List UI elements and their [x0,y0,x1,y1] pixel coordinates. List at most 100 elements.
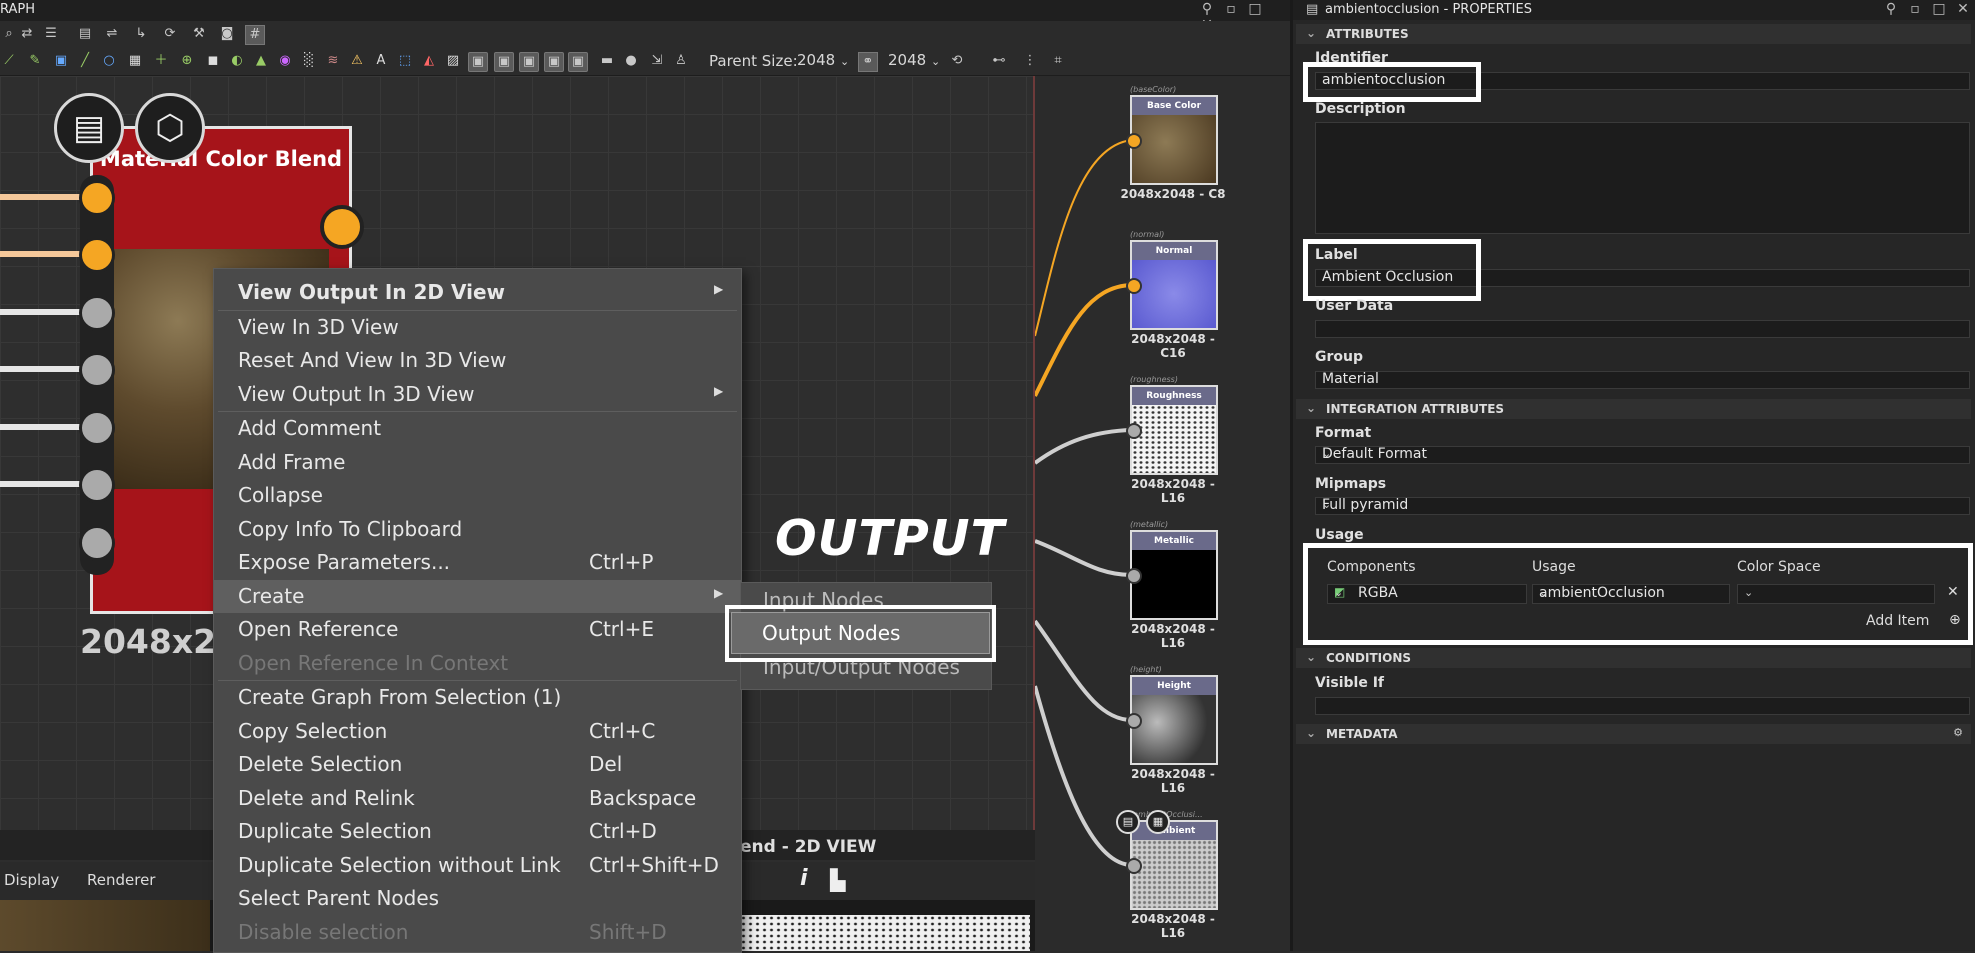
text-node-icon[interactable]: A [372,52,390,70]
tile-node-icon[interactable]: ▦ [126,52,144,70]
input-pin[interactable] [79,180,115,216]
levels-node-icon[interactable]: ◐ [228,52,246,70]
menu-item-reset-view-3d[interactable]: Reset And View In 3D View [214,344,741,377]
refresh-icon[interactable]: ⟳ [161,25,179,43]
transform-node-icon[interactable]: ▣ [52,52,70,70]
output-node-roughness[interactable]: (roughness) Roughness 2048x2048 - L16 [1126,375,1218,505]
align-icon[interactable]: ⇄ [18,25,36,43]
float-icon[interactable]: ▫ [1903,1,1927,17]
layout-icon[interactable]: ☰ [42,25,60,43]
noise-node-icon[interactable]: ░ [300,52,318,70]
maximize-icon[interactable]: □ [1927,1,1951,17]
close-icon[interactable]: ✕ [1951,1,1975,17]
search-icon[interactable]: ⌕ [0,25,18,43]
userdata-field[interactable] [1315,320,1970,338]
input-pin[interactable] [79,467,115,503]
menu-item-open-reference[interactable]: Open Reference Ctrl+E [214,613,741,646]
input-pin[interactable] [79,352,115,388]
warp-node-icon[interactable]: ≋ [324,52,342,70]
threshold-node-icon[interactable]: ▨ [444,52,462,70]
menu-item-duplicate-selection[interactable]: Duplicate Selection Ctrl+D [214,815,741,848]
input-pin[interactable] [79,410,115,446]
maximize-icon[interactable]: □ [1243,1,1267,17]
menu-item-create-graph-from-selection[interactable]: Create Graph From Selection (1) [214,681,741,714]
section-integration-attributes[interactable]: ⌄ INTEGRATION ATTRIBUTES [1296,399,1971,419]
tools-icon[interactable]: ⚒ [190,25,208,43]
brush-node-icon[interactable]: ✎ [26,52,44,70]
node-mode-3-icon[interactable]: ▣ [519,52,539,72]
blend-node-icon[interactable]: ⊕ [178,52,196,70]
menu-item-view-3d[interactable]: View In 3D View [214,311,741,344]
submenu-item-output-nodes[interactable]: Output Nodes [731,612,990,654]
visible-if-field[interactable] [1315,697,1970,715]
node-mode-1-icon[interactable]: ▣ [468,52,488,72]
snap-icon[interactable]: ⌗ [1049,52,1067,70]
output-input-pin[interactable] [1126,133,1142,149]
document-icon[interactable]: ▤ [1116,810,1140,834]
histogram-icon[interactable]: ▙ [830,868,845,892]
float-icon[interactable]: ▫ [1219,1,1243,17]
link-icon[interactable]: ⇌ [103,25,121,43]
grid-icon[interactable]: # [245,25,265,45]
section-attributes[interactable]: ⌄ ATTRIBUTES [1296,24,1971,44]
hierarchy-icon[interactable]: ⋮ [1021,52,1039,70]
menu-item-add-comment[interactable]: Add Comment [214,412,741,445]
output-input-pin[interactable] [1126,423,1142,439]
menu-item-open-reference-context[interactable]: Open Reference In Context [214,647,741,680]
output-node-normal[interactable]: (normal) Normal 2048x2048 - C16 [1126,230,1218,360]
menu-item-select-parent-nodes[interactable]: Select Parent Nodes [214,882,741,915]
gradient-node-icon[interactable]: ╱ [76,52,94,70]
size-select-a[interactable]: 2048 ⌄ [797,51,849,71]
checker-icon[interactable]: ▦ [1146,810,1170,834]
figure-icon[interactable]: ♙ [672,52,690,70]
warning-node-icon[interactable]: ⚠ [348,52,366,70]
output-node-height[interactable]: (height) Height 2048x2048 - L16 [1126,665,1218,795]
size-select-b[interactable]: 2048 ⌄ [888,51,940,71]
curve-node-icon[interactable]: ⟋ [0,52,18,70]
hsl-node-icon[interactable]: ◉ [276,52,294,70]
format-select[interactable]: Default Format ⌄ [1315,446,1970,464]
menu-item-copy-selection[interactable]: Copy Selection Ctrl+C [214,715,741,748]
node-mode-4-icon[interactable]: ▣ [544,52,564,72]
select-node-icon[interactable]: ⬚ [396,52,414,70]
input-pin[interactable] [79,295,115,331]
pin-icon[interactable]: ⚲ [1879,1,1903,17]
section-metadata[interactable]: ⌄ METADATA ⚙ [1296,724,1971,744]
info-icon[interactable]: i [800,866,808,891]
menu-item-delete-selection[interactable]: Delete Selection Del [214,748,741,781]
menu-item-add-frame[interactable]: Add Frame [214,446,741,479]
menu-item-duplicate-without-link[interactable]: Duplicate Selection without Link Ctrl+Shi… [214,849,741,882]
add-node-icon[interactable]: ＋ [152,52,170,70]
output-node-ambient-occlusion[interactable]: (ambientOcclusi... Ambient Occlusion 204… [1126,810,1218,940]
output-node-base-color[interactable]: (baseColor) Base Color 2048x2048 - C8 [1120,85,1225,201]
group-field[interactable]: Material [1315,371,1970,389]
renderer-tab[interactable]: Renderer [87,871,155,889]
output-input-pin[interactable] [1126,568,1142,584]
comment-icon[interactable]: ▬ [598,52,616,70]
reset-size-icon[interactable]: ⟲ [948,52,966,70]
input-pin[interactable] [79,237,115,273]
node-mode-2-icon[interactable]: ▣ [494,52,514,72]
menu-item-create[interactable]: Create ▶ [214,580,741,613]
pin-node-icon[interactable]: ● [622,52,640,70]
link-size-icon[interactable]: ⚭ [858,52,878,72]
mipmaps-select[interactable]: Full pyramid ⌄ [1315,497,1970,515]
route-icon[interactable]: ↳ [132,25,150,43]
fill-node-icon[interactable]: ◭ [420,52,438,70]
menu-item-view-output-2d[interactable]: View Output In 2D View ▶ [214,276,741,309]
document-icon[interactable]: ▤ [54,93,124,163]
display-tab[interactable]: Display [4,871,59,889]
export-icon[interactable]: ⇲ [648,52,666,70]
output-input-pin[interactable] [1126,278,1142,294]
histogram-node-icon[interactable]: ▲ [252,52,270,70]
cube-icon[interactable]: ⬡ [135,93,205,163]
output-pin[interactable] [320,205,364,249]
frame-icon[interactable]: ▤ [76,25,94,43]
menu-item-delete-relink[interactable]: Delete and Relink Backspace [214,782,741,815]
node-mode-5-icon[interactable]: ▣ [568,52,588,72]
menu-item-view-output-3d[interactable]: View Output In 3D View ▶ [214,378,741,411]
gear-icon[interactable]: ⚙ [1953,726,1963,739]
circle-node-icon[interactable]: ○ [100,52,118,70]
dependencies-icon[interactable]: ⊷ [990,52,1008,70]
menu-item-copy-info[interactable]: Copy Info To Clipboard [214,513,741,546]
